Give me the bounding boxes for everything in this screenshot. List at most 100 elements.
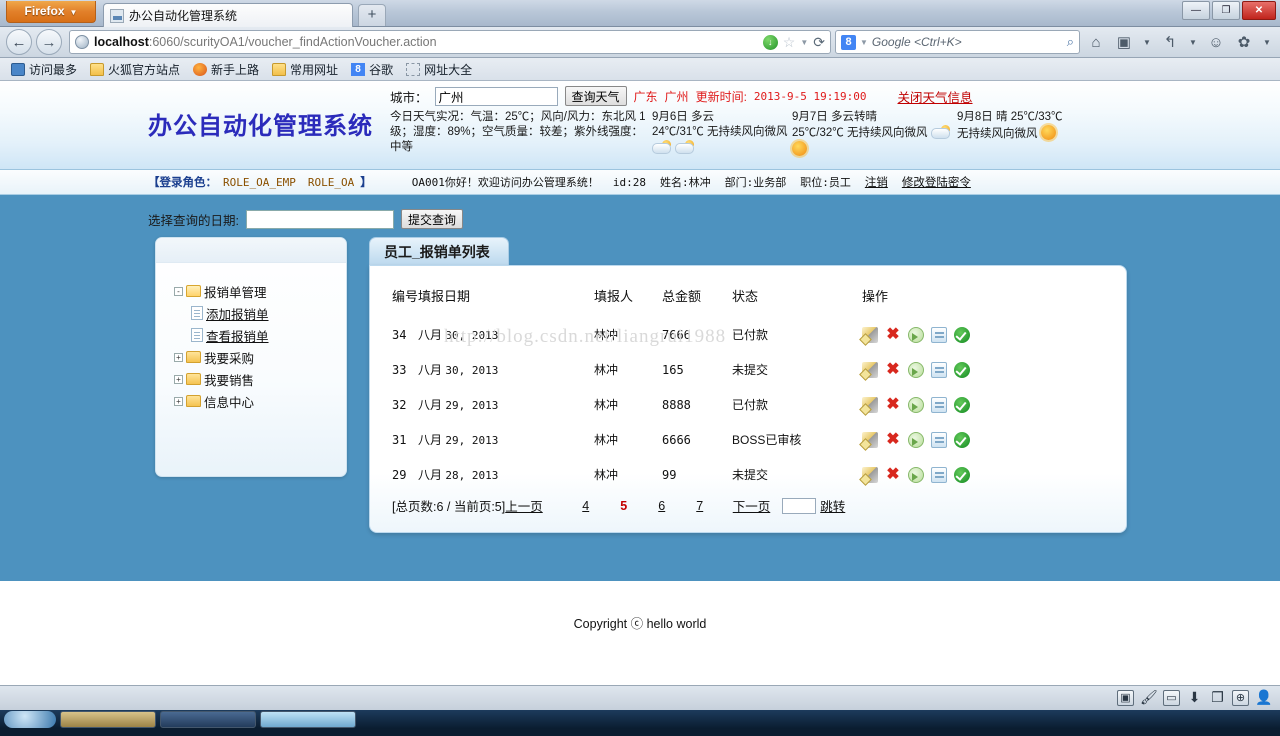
pagination-prev[interactable]: 上一页 [505, 496, 543, 515]
user-icon[interactable]: 👤 [1255, 690, 1272, 706]
pagination-jump-button[interactable]: 跳转 [820, 496, 845, 515]
approve-icon[interactable] [954, 327, 970, 343]
submit-icon[interactable] [908, 432, 924, 448]
approve-icon[interactable] [954, 432, 970, 448]
pagination-jump-input[interactable] [782, 498, 816, 514]
addon-icon[interactable]: ✿ [1232, 30, 1256, 54]
home-icon[interactable]: ⌂ [1084, 30, 1108, 54]
brush-icon[interactable]: 🖌 [1140, 690, 1157, 706]
bookmarks-icon[interactable]: ▣ [1112, 30, 1136, 54]
forward-button[interactable]: → [36, 29, 62, 55]
edit-icon[interactable] [862, 362, 878, 378]
bookmark-item[interactable]: 8谷歌 [346, 61, 398, 78]
bookmark-star-icon[interactable]: ☆ [783, 34, 796, 51]
new-tab-button[interactable]: + [358, 4, 386, 26]
edit-icon[interactable] [862, 327, 878, 343]
back-button[interactable]: ← [6, 29, 32, 55]
firefox-menu-button[interactable]: Firefox▼ [6, 1, 96, 23]
approve-icon[interactable] [954, 467, 970, 483]
window-restore-button[interactable]: ❐ [1212, 1, 1240, 20]
edit-icon[interactable] [862, 467, 878, 483]
reload-icon[interactable]: ⟳ [813, 34, 825, 51]
bookmark-item[interactable]: 新手上路 [188, 61, 264, 78]
search-icon[interactable]: ⌕ [1067, 34, 1074, 50]
start-button[interactable] [4, 711, 56, 728]
pagination-next[interactable]: 下一页 [733, 496, 771, 515]
address-bar[interactable]: localhost:6060/scurityOA1/voucher_findAc… [69, 30, 831, 54]
popup-icon[interactable]: ▣ [1117, 690, 1134, 706]
delete-icon[interactable]: ✖ [885, 327, 901, 343]
tree-node-view-voucher[interactable]: 查看报销单 [174, 324, 346, 346]
pagination-page-4[interactable]: 4 [567, 499, 605, 513]
browser-tab[interactable]: 办公自动化管理系统 [103, 3, 353, 27]
pagination-page-6[interactable]: 6 [643, 499, 681, 513]
google-icon[interactable]: 8 [841, 35, 856, 50]
close-weather-link[interactable]: 关闭天气信息 [898, 87, 973, 106]
view-icon[interactable] [931, 327, 947, 343]
window-minimize-button[interactable]: — [1182, 1, 1210, 20]
bookmark-item[interactable]: 访问最多 [6, 61, 82, 78]
delete-icon[interactable]: ✖ [885, 397, 901, 413]
approve-icon[interactable] [954, 362, 970, 378]
tree-node-add-voucher[interactable]: 添加报销单 [174, 302, 346, 324]
add-icon[interactable]: ⊕ [1232, 690, 1249, 706]
approve-icon[interactable] [954, 397, 970, 413]
date-day: 30, 2013 [445, 329, 498, 342]
mask-icon[interactable]: ▭ [1163, 690, 1180, 706]
voucher-list-panel: http://blog.csdn.net/liangrui1988 编号 填报日… [369, 265, 1127, 533]
date-query-row: 选择查询的日期: 提交查询 [0, 195, 1280, 229]
tree-node-info-center[interactable]: + 信息中心 [174, 390, 346, 412]
chevron-down-icon[interactable]: ▼ [1186, 30, 1200, 54]
tree-node-baoxiaodan-guanli[interactable]: - 报销单管理 [174, 280, 346, 302]
edit-icon[interactable] [862, 397, 878, 413]
cell-person: 林冲 [594, 457, 662, 492]
delete-icon[interactable]: ✖ [885, 432, 901, 448]
taskbar-item[interactable] [60, 711, 156, 728]
bookmark-item[interactable]: 常用网址 [267, 61, 343, 78]
query-weather-button[interactable]: 查询天气 [565, 86, 627, 106]
taskbar-item[interactable] [160, 711, 256, 728]
search-bar[interactable]: 8 ▼ Google <Ctrl+K> ⌕ [835, 30, 1080, 54]
collapse-expander-icon[interactable]: - [174, 287, 183, 296]
date-query-input[interactable] [246, 210, 394, 229]
bookmark-item[interactable]: 网址大全 [401, 61, 477, 78]
chevron-down-icon[interactable]: ▼ [1140, 30, 1154, 54]
view-icon[interactable] [931, 397, 947, 413]
submit-icon[interactable] [908, 362, 924, 378]
taskbar-item[interactable] [260, 711, 356, 728]
view-icon[interactable] [931, 467, 947, 483]
user-name: 姓名:林冲 [660, 174, 711, 190]
submit-query-button[interactable]: 提交查询 [401, 209, 463, 229]
submit-icon[interactable] [908, 327, 924, 343]
delete-icon[interactable]: ✖ [885, 362, 901, 378]
expand-expander-icon[interactable]: + [174, 397, 183, 406]
chat-icon[interactable]: ☺ [1204, 30, 1228, 54]
tab-voucher-list[interactable]: 员工_报销单列表 [369, 237, 509, 265]
tree-node-purchase[interactable]: + 我要采购 [174, 346, 346, 368]
overflow-chevron-icon[interactable]: ▼ [1260, 30, 1274, 54]
pagination-page-5[interactable]: 5 [605, 499, 643, 513]
view-icon[interactable] [931, 432, 947, 448]
submit-icon[interactable] [908, 397, 924, 413]
submit-icon[interactable] [908, 467, 924, 483]
expand-expander-icon[interactable]: + [174, 353, 183, 362]
change-password-link[interactable]: 修改登陆密令 [902, 174, 971, 190]
history-icon[interactable]: ↰ [1158, 30, 1182, 54]
chevron-down-icon[interactable]: ▼ [800, 38, 808, 47]
chevron-down-icon[interactable]: ▼ [860, 38, 868, 47]
logout-link[interactable]: 注销 [865, 174, 888, 190]
edit-icon[interactable] [862, 432, 878, 448]
download-arrow-icon[interactable]: ⬇ [1186, 690, 1203, 706]
windows-icon[interactable]: ❐ [1209, 690, 1226, 706]
delete-icon[interactable]: ✖ [885, 467, 901, 483]
row-actions: ✖ [862, 432, 1126, 448]
page-content: 办公自动化管理系统 城市： 查询天气 广东 广州 更新时间: 2013-9-5 … [0, 81, 1280, 685]
view-icon[interactable] [931, 362, 947, 378]
expand-expander-icon[interactable]: + [174, 375, 183, 384]
city-input[interactable] [435, 87, 558, 106]
pagination-page-7[interactable]: 7 [681, 499, 719, 513]
tree-node-sales[interactable]: + 我要销售 [174, 368, 346, 390]
window-close-button[interactable]: ✕ [1242, 1, 1276, 20]
bookmark-item[interactable]: 火狐官方站点 [85, 61, 185, 78]
go-arrow-icon[interactable]: ↓ [763, 35, 778, 50]
